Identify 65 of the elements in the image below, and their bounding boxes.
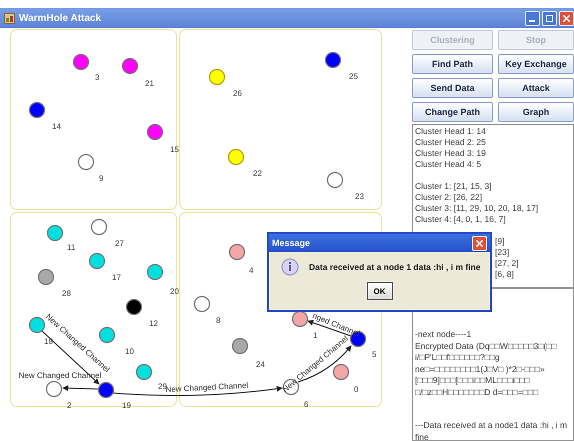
node-label: 5 [372, 350, 376, 359]
log-line: Cluster Head 1: 14 [415, 126, 487, 137]
node-label: 3 [95, 73, 100, 82]
log-line: [9] [495, 236, 506, 247]
dialog-message: Data received at a node 1 data :hi , i m fine [309, 262, 480, 272]
close-icon [563, 14, 570, 22]
log-line: □/□z□□H□□□□□□□D d=□□□=□□□ [415, 386, 540, 398]
log-line: Cluster 2: [26, 22] [415, 192, 484, 203]
maximize-icon [546, 14, 553, 22]
close-icon [476, 240, 483, 246]
maximize-button[interactable] [542, 10, 557, 26]
log-line: [23] [495, 247, 510, 258]
node-label: 21 [145, 79, 154, 88]
node-label: 25 [349, 72, 358, 81]
log-line: Cluster 1: [21, 15, 3] [415, 181, 493, 192]
dialog-title: Message [272, 238, 310, 248]
log-line: Cluster Head 2: 25 [415, 137, 487, 148]
log-line: ne□=□□□□□□□□1(J□V□ )*2□-□□□» [415, 364, 546, 375]
log-line: i/□P'L□□f□□□□□□?□□g [415, 352, 501, 364]
minimize-button[interactable] [525, 10, 540, 26]
window-title: WarmHole Attack [19, 12, 102, 24]
action-button[interactable]: Key Exchange [498, 54, 574, 74]
log-line: Cluster 3: [11, 29, 10, 20, 18, 17] [415, 203, 540, 214]
action-button[interactable]: Find Path [412, 54, 493, 74]
node-label: 26 [233, 89, 242, 98]
node-label: 1 [313, 331, 318, 340]
log-line: Cluster 4: [4, 0, 1, 16, 7] [415, 214, 507, 225]
action-button[interactable]: Change Path [412, 102, 493, 122]
node-label: 17 [112, 273, 121, 282]
node-label: 27 [115, 239, 124, 248]
log-line: [□□□9]□□□[□□□i□□ML□□□i□□□ [415, 375, 531, 386]
log-line: -next node----1 [415, 329, 472, 340]
log-line: Cluster Head 4: 5 [415, 159, 482, 170]
log-line: Cluster Head 3: 19 [415, 148, 487, 159]
node-label: 4 [249, 266, 254, 275]
node-label: 24 [256, 360, 265, 369]
action-button[interactable]: Send Data [412, 78, 493, 98]
dialog-close-button[interactable] [472, 236, 487, 250]
app-icon [4, 12, 15, 24]
node-label: 20 [170, 287, 179, 296]
node-label: 12 [149, 319, 158, 328]
log-line: [27, 2] [495, 258, 520, 269]
action-button[interactable]: Attack [498, 78, 574, 98]
node-label: 19 [122, 401, 131, 410]
info-icon [281, 258, 299, 276]
node-label: 6 [304, 400, 308, 409]
node-label: 9 [99, 174, 104, 183]
node-label: 8 [216, 316, 220, 325]
node-label: 28 [62, 289, 71, 298]
node-label: 10 [125, 347, 134, 356]
ok-button[interactable]: OK [366, 282, 392, 300]
node-label: 23 [355, 192, 364, 201]
node-label: 15 [170, 145, 179, 154]
log-line: Encrypted Data (Dq□□W□□□□□3□(□□ [415, 340, 558, 352]
close-button[interactable] [559, 10, 574, 26]
log-line: ---Data received at a node1 data :hi , i m fine [415, 420, 568, 440]
node-label: 22 [253, 169, 262, 178]
action-button[interactable]: Graph [498, 102, 574, 122]
node-label: 14 [52, 122, 61, 131]
node-label: 18 [44, 337, 53, 346]
node-label: 2 [67, 401, 72, 410]
node-label: 0 [354, 385, 358, 394]
node-label: 11 [67, 243, 76, 252]
node-label: 29 [158, 382, 167, 391]
log-line: [6, 8] [495, 269, 515, 280]
